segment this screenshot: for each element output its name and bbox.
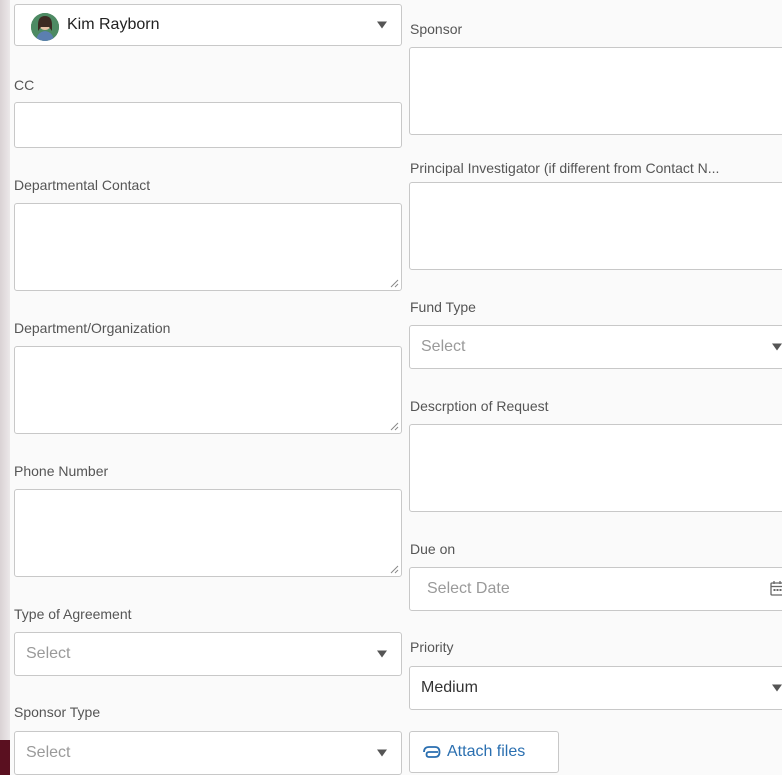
departmental-contact-label: Departmental Contact	[14, 177, 151, 193]
sponsor-type-label: Sponsor Type	[14, 704, 101, 720]
attach-files-button[interactable]: Attach files	[409, 731, 559, 773]
paperclip-icon	[423, 746, 441, 758]
assignee-select[interactable]: Kim Rayborn	[14, 4, 402, 46]
fund-type-label: Fund Type	[410, 299, 476, 315]
fund-type-select[interactable]: Select	[409, 325, 782, 369]
fund-type-value: Select	[421, 338, 466, 355]
chevron-down-icon	[377, 21, 387, 29]
attach-files-label: Attach files	[447, 743, 526, 760]
due-date-placeholder: Select Date	[427, 580, 510, 597]
agreement-type-value: Select	[26, 645, 71, 662]
priority-select[interactable]: Medium	[409, 666, 782, 710]
priority-value: Medium	[421, 679, 478, 696]
departmental-contact-textarea[interactable]	[14, 203, 402, 291]
priority-label: Priority	[410, 639, 454, 655]
due-date-input[interactable]: Select Date	[409, 567, 782, 611]
chevron-down-icon	[772, 684, 782, 692]
pi-input[interactable]	[409, 182, 782, 270]
due-label: Due on	[410, 541, 456, 557]
calendar-icon[interactable]	[770, 580, 782, 596]
background-edge-dark	[0, 740, 10, 775]
chevron-down-icon	[377, 650, 387, 658]
cc-input[interactable]	[14, 102, 402, 148]
user-avatar	[31, 13, 59, 41]
assignee-name: Kim Rayborn	[67, 16, 160, 33]
agreement-type-select[interactable]: Select	[14, 632, 402, 676]
department-label: Department/Organization	[14, 320, 171, 336]
sponsor-type-select[interactable]: Select	[14, 731, 402, 775]
background-edge	[0, 0, 10, 775]
description-input[interactable]	[409, 424, 782, 512]
agreement-type-label: Type of Agreement	[14, 606, 132, 622]
department-textarea[interactable]	[14, 346, 402, 434]
sponsor-input[interactable]	[409, 47, 782, 135]
resize-grip-icon[interactable]	[390, 422, 399, 431]
resize-grip-icon[interactable]	[390, 279, 399, 288]
description-label: Descrption of Request	[410, 398, 549, 414]
request-form: Kim Rayborn CC Departmental Contact Depa…	[10, 0, 782, 775]
phone-textarea[interactable]	[14, 489, 402, 577]
pi-label: Principal Investigator (if different fro…	[410, 160, 720, 176]
sponsor-label: Sponsor	[410, 21, 463, 37]
chevron-down-icon	[377, 749, 387, 757]
sponsor-type-value: Select	[26, 744, 71, 761]
cc-label: CC	[14, 77, 35, 93]
phone-label: Phone Number	[14, 463, 109, 479]
chevron-down-icon	[772, 343, 782, 351]
resize-grip-icon[interactable]	[390, 565, 399, 574]
